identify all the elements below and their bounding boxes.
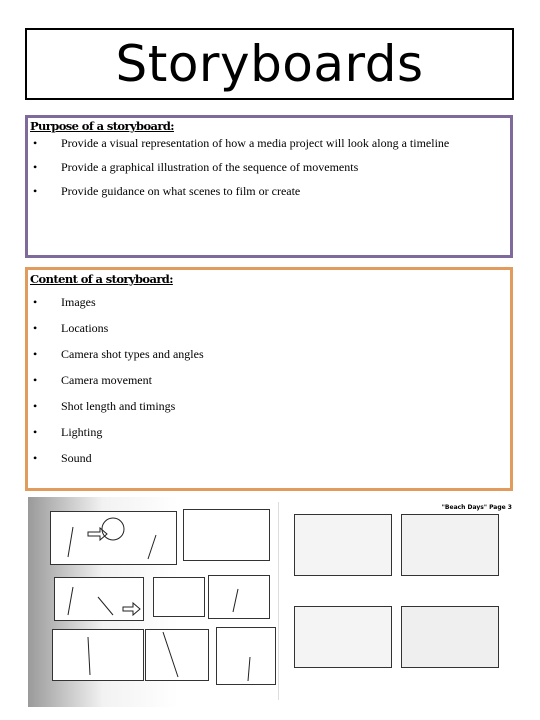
beach-days-storyboard-image: "Beach Days" Page 3 — [278, 502, 514, 700]
list-item: • Sound — [28, 448, 510, 474]
arrow-icon — [87, 526, 108, 542]
list-item: • Camera movement — [28, 370, 510, 396]
sketch-drawing — [67, 517, 251, 682]
sketch-panel — [401, 514, 499, 576]
title-box: Storyboards — [25, 28, 514, 100]
bullet-icon: • — [33, 399, 38, 413]
list-item: • Locations — [28, 318, 510, 344]
storyboard-examples: "Beach Days" Page 3 — [28, 497, 514, 712]
bullet-icon: • — [33, 295, 38, 309]
bullet-icon: • — [33, 321, 38, 335]
list-item: • Shot length and timings — [28, 396, 510, 422]
bullet-icon: • — [33, 451, 38, 465]
bullet-icon: • — [33, 160, 38, 174]
list-item: • Provide guidance on what scenes to film… — [28, 181, 510, 205]
sketch-panel — [401, 606, 499, 668]
bullet-icon: • — [33, 425, 38, 439]
list-item: • Provide a graphical illustration of the… — [28, 157, 510, 181]
bullet-icon: • — [33, 136, 38, 150]
content-list: • Images • Locations • Camera shot types an… — [28, 292, 510, 474]
purpose-list: • Provide a visual representation of how … — [28, 133, 510, 205]
list-item: • Images — [28, 292, 510, 318]
list-item: • Camera shot types and angles — [28, 344, 510, 370]
sketch-panel — [294, 514, 392, 576]
hand-drawn-storyboard-image — [28, 497, 278, 707]
bullet-icon: • — [33, 347, 38, 361]
sketch-panel — [294, 606, 392, 668]
sketch-head — [101, 517, 125, 541]
purpose-section: Purpose of a storyboard: • Provide a visu… — [25, 115, 513, 258]
list-item: • Lighting — [28, 422, 510, 448]
beach-days-title: "Beach Days" Page 3 — [441, 504, 512, 511]
purpose-heading: Purpose of a storyboard: — [30, 119, 175, 133]
list-item: • Provide a visual representation of how … — [28, 133, 510, 157]
content-heading: Content of a storyboard: — [30, 272, 173, 286]
bullet-icon: • — [33, 184, 38, 198]
content-section: Content of a storyboard: • Images • Locati… — [25, 267, 513, 491]
bullet-icon: • — [33, 373, 38, 387]
page-title: Storyboards — [115, 35, 424, 93]
arrow-icon — [122, 601, 141, 617]
